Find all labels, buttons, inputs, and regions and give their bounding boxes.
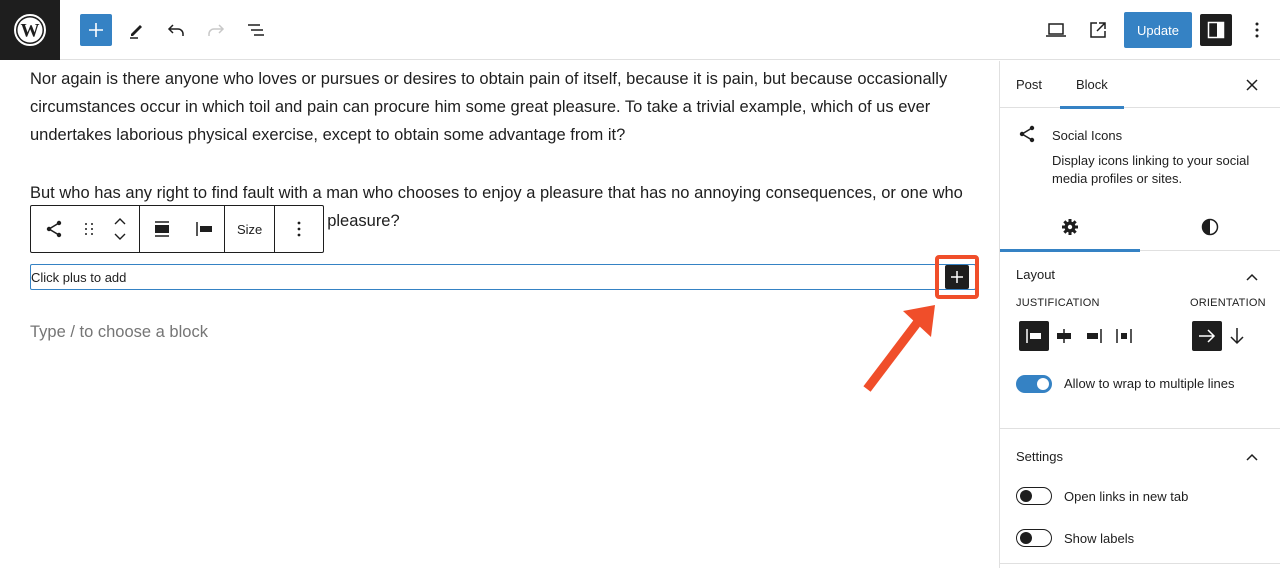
settings-toggle-button[interactable]	[1200, 14, 1232, 46]
paragraph-block[interactable]: Nor again is there anyone who loves or p…	[30, 65, 980, 149]
laptop-icon	[1046, 23, 1066, 37]
justify-left-icon	[1026, 329, 1041, 343]
more-vertical-icon	[1255, 22, 1259, 38]
justify-button[interactable]	[184, 206, 224, 252]
block-toolbar-group-block	[31, 206, 140, 252]
share-icon	[1019, 125, 1035, 143]
justification-label: Justification	[1016, 297, 1100, 309]
chevron-up-icon	[1246, 453, 1258, 461]
wordpress-logo-button[interactable]: W	[0, 0, 60, 60]
svg-text:W: W	[21, 21, 40, 42]
block-card: Social Icons Display icons linking to yo…	[1000, 108, 1280, 203]
layout-panel-toggle[interactable]	[1240, 265, 1264, 289]
undo-icon	[167, 24, 184, 36]
show-labels-label: Show labels	[1064, 531, 1135, 546]
settings-panel: Settings Open links in new tab Show labe…	[1000, 429, 1280, 564]
arrow-right-icon	[1199, 329, 1216, 343]
settings-panel-title[interactable]: Settings	[1016, 449, 1063, 464]
tab-post[interactable]: Post	[1000, 61, 1058, 108]
annotation-arrow-icon	[863, 305, 935, 392]
toggle-knob	[1037, 378, 1049, 390]
justify-center-icon	[1057, 329, 1071, 343]
open-links-new-tab-label: Open links in new tab	[1064, 489, 1189, 504]
align-button[interactable]	[140, 206, 184, 252]
inspector-tabs	[1000, 203, 1280, 252]
justify-center-button[interactable]	[1049, 321, 1079, 351]
justify-space-between-button[interactable]	[1109, 321, 1139, 351]
show-labels-toggle[interactable]	[1016, 529, 1052, 547]
block-toolbar: Size	[30, 205, 324, 253]
size-button[interactable]: Size	[225, 206, 274, 252]
update-button[interactable]: Update	[1124, 12, 1192, 48]
justify-left-button[interactable]	[1019, 321, 1049, 351]
sidebar-tabs: Post Block	[1000, 61, 1280, 109]
view-post-button[interactable]	[1082, 14, 1114, 46]
block-toolbar-group-size: Size	[225, 206, 276, 252]
toggle-knob	[1020, 490, 1032, 502]
options-button[interactable]	[1241, 14, 1273, 46]
orientation-vertical-button[interactable]	[1222, 321, 1252, 351]
layout-panel-title[interactable]: Layout	[1016, 267, 1055, 282]
social-icons-block[interactable]: Click plus to add	[30, 264, 976, 290]
external-link-icon	[1090, 22, 1106, 38]
layout-panel: Layout Justification Orientation Allow t…	[1000, 251, 1280, 429]
toggle-knob	[1020, 532, 1032, 544]
block-toolbar-group-options	[275, 206, 323, 252]
justify-space-between-icon	[1116, 329, 1132, 343]
editor-header: W Update	[0, 0, 1280, 60]
tab-block[interactable]: Block	[1060, 61, 1124, 109]
chevron-up-icon	[1246, 273, 1258, 281]
arrow-down-icon	[1230, 328, 1244, 345]
drag-handle[interactable]	[77, 206, 101, 252]
move-buttons[interactable]	[101, 206, 139, 252]
list-view-icon	[248, 24, 264, 36]
social-icons-placeholder: Click plus to add	[31, 270, 127, 285]
chevron-up-icon[interactable]	[114, 217, 126, 225]
settings-panel-toggle[interactable]	[1240, 445, 1264, 469]
sidebar-toggle-icon	[1207, 21, 1225, 39]
tools-button[interactable]	[120, 14, 152, 46]
annotation-highlight-box	[935, 255, 979, 299]
tab-settings[interactable]	[1000, 203, 1140, 252]
drag-handle-icon	[85, 223, 93, 235]
settings-sidebar: Post Block Social Icons Display icons li…	[999, 61, 1280, 568]
editor-canvas: Nor again is there anyone who loves or p…	[0, 61, 999, 568]
justify-right-icon	[1087, 329, 1102, 343]
block-card-description: Display icons linking to your social med…	[1052, 153, 1250, 186]
justify-left-icon	[196, 222, 212, 236]
close-sidebar-button[interactable]	[1240, 73, 1264, 97]
pencil-icon	[130, 25, 142, 39]
list-view-button[interactable]	[240, 14, 272, 46]
preview-button[interactable]	[1040, 14, 1072, 46]
more-vertical-icon	[297, 221, 301, 237]
align-wide-icon	[155, 221, 169, 237]
orientation-horizontal-button[interactable]	[1192, 321, 1222, 351]
block-inserter-button[interactable]	[80, 14, 112, 46]
redo-icon	[208, 24, 225, 36]
share-icon	[46, 220, 62, 238]
wrap-toggle[interactable]	[1016, 375, 1052, 393]
tab-styles[interactable]	[1140, 203, 1280, 251]
redo-button[interactable]	[200, 14, 232, 46]
justify-right-button[interactable]	[1079, 321, 1109, 351]
block-card-title: Social Icons	[1052, 128, 1123, 143]
block-type-button[interactable]	[31, 206, 77, 252]
plus-icon	[89, 23, 103, 37]
block-toolbar-group-align	[140, 206, 225, 252]
wrap-toggle-label: Allow to wrap to multiple lines	[1064, 376, 1235, 391]
orientation-label: Orientation	[1190, 297, 1266, 309]
open-links-new-tab-toggle[interactable]	[1016, 487, 1052, 505]
contrast-icon	[1201, 218, 1219, 236]
close-icon	[1246, 79, 1258, 91]
block-options-button[interactable]	[275, 206, 323, 252]
chevron-down-icon[interactable]	[114, 233, 126, 241]
block-appender[interactable]: Type / to choose a block	[30, 323, 208, 342]
undo-button[interactable]	[160, 14, 192, 46]
wordpress-logo-icon: W	[14, 14, 46, 46]
gear-icon	[1062, 219, 1078, 235]
